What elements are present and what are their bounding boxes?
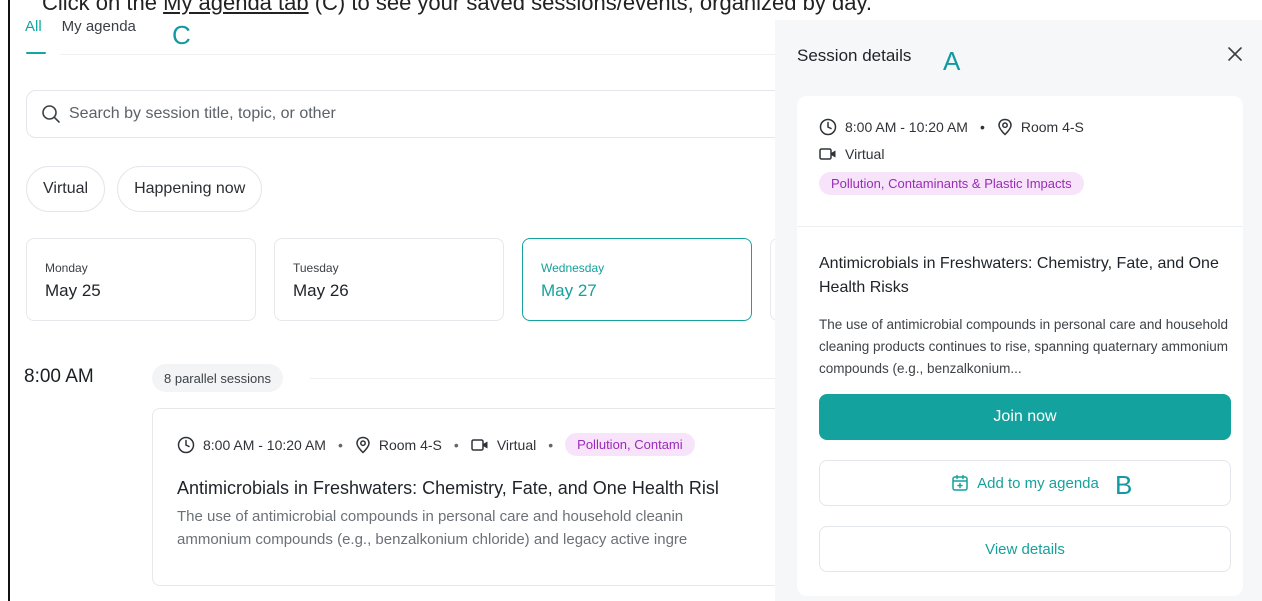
session-description-line: ammonium compounds (e.g., benzalkonium c… [177, 531, 688, 548]
search-box[interactable] [26, 90, 806, 138]
details-topic-tag[interactable]: Pollution, Contaminants & Plastic Impact… [819, 172, 1084, 195]
timeslot-time: 8:00 AM [24, 366, 94, 387]
day-card-tuesday[interactable]: Tuesday May 26 [274, 238, 504, 321]
separator-dot: • [548, 436, 554, 453]
separator-dot: • [979, 119, 985, 135]
details-card: 8:00 AM - 10:20 AM • Room 4-S Virtual Po… [797, 96, 1243, 596]
annotation-b: B [1115, 470, 1133, 500]
session-room: Room 4-S [378, 436, 442, 453]
filter-chips: Virtual Happening now [26, 166, 263, 212]
search-input[interactable] [69, 105, 669, 123]
caption-prefix: Click on the [42, 0, 164, 15]
day-card-wednesday[interactable]: Wednesday May 27 [522, 238, 752, 321]
details-mode-row: Virtual [819, 146, 1084, 162]
clock-icon [819, 118, 837, 136]
add-to-agenda-label: Add to my agenda [977, 474, 1099, 492]
tab-my-agenda[interactable]: My agenda [62, 18, 136, 35]
video-camera-icon [471, 438, 488, 451]
details-time: 8:00 AM - 10:20 AM [845, 119, 968, 135]
details-description: The use of antimicrobial compounds in pe… [819, 317, 1229, 376]
view-details-button[interactable]: View details [819, 526, 1231, 572]
frame-border [8, 0, 10, 601]
session-card[interactable]: 8:00 AM - 10:20 AM • Room 4-S • Virtual … [152, 408, 802, 586]
annotation-a: A [943, 46, 961, 76]
filter-virtual[interactable]: Virtual [26, 166, 106, 212]
details-meta: 8:00 AM - 10:20 AM • Room 4-S Virtual Po… [819, 118, 1084, 195]
session-description-line: The use of antimicrobial compounds in pe… [177, 508, 684, 525]
topic-tag[interactable]: Pollution, Contami [565, 433, 695, 456]
tab-bar: All My agenda [25, 18, 136, 35]
details-divider [797, 226, 1243, 227]
parallel-sessions-badge: 8 parallel sessions [152, 364, 283, 392]
active-tab-indicator [26, 52, 46, 54]
day-name: Tuesday [293, 261, 339, 275]
details-mode: Virtual [845, 146, 885, 162]
location-pin-icon [998, 118, 1012, 136]
session-description: The use of antimicrobial compounds in pe… [177, 505, 777, 551]
day-name: Wednesday [541, 261, 605, 275]
location-pin-icon [356, 436, 370, 454]
session-meta: 8:00 AM - 10:20 AM • Room 4-S • Virtual … [177, 433, 777, 456]
panel-title: Session details [797, 46, 912, 65]
day-card-monday[interactable]: Monday May 25 [26, 238, 256, 321]
calendar-add-icon [952, 474, 968, 491]
day-date: May 25 [45, 281, 101, 300]
session-time: 8:00 AM - 10:20 AM [203, 436, 326, 453]
day-name: Monday [45, 261, 88, 275]
details-time-row: 8:00 AM - 10:20 AM • Room 4-S [819, 118, 1084, 136]
clock-icon [177, 436, 195, 453]
caption-suffix: (C) to see your saved sessions/events, o… [308, 0, 872, 15]
instruction-caption: Click on the My agenda tab (C) to see yo… [42, 0, 872, 16]
timeslot-divider [310, 378, 780, 379]
day-date: May 26 [293, 281, 349, 300]
separator-dot: • [337, 436, 343, 453]
search-icon [42, 105, 60, 123]
join-now-button[interactable]: Join now [819, 394, 1231, 440]
tabs-divider [60, 54, 780, 55]
caption-link: My agenda tab [163, 0, 309, 15]
session-mode: Virtual [496, 436, 537, 453]
video-camera-icon [819, 148, 836, 160]
details-room: Room 4-S [1020, 119, 1084, 135]
day-date: May 27 [541, 281, 597, 300]
filter-happening-now[interactable]: Happening now [117, 166, 263, 212]
details-session-title: Antimicrobials in Freshwaters: Chemistry… [819, 255, 1219, 296]
add-to-agenda-button[interactable]: Add to my agenda [819, 460, 1231, 506]
annotation-c: C [172, 20, 191, 50]
day-selector: Monday May 25 Tuesday May 26 Wednesday M… [26, 238, 810, 321]
tab-all[interactable]: All [25, 18, 42, 35]
session-title[interactable]: Antimicrobials in Freshwaters: Chemistry… [177, 478, 777, 499]
close-icon[interactable] [1225, 44, 1245, 64]
session-details-panel: Session details A 8:00 AM - 10:20 AM • R… [775, 20, 1262, 601]
separator-dot: • [453, 436, 459, 453]
